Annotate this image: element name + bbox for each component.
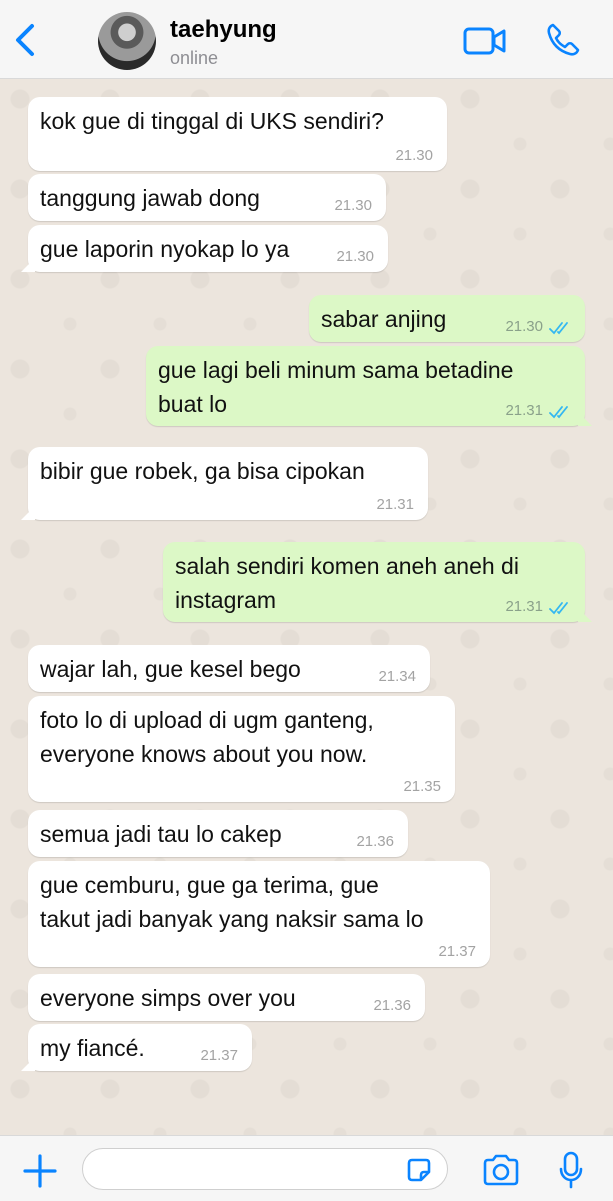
bubble-tail	[21, 506, 35, 520]
contact-avatar[interactable]	[98, 12, 156, 70]
message-outgoing[interactable]: sabar anjing 21.30	[309, 295, 585, 342]
message-time: 21.30	[395, 147, 433, 164]
video-camera-icon[interactable]	[463, 24, 507, 58]
message-incoming[interactable]: everyone simps over you 21.36	[28, 974, 425, 1021]
message-incoming[interactable]: wajar lah, gue kesel bego 21.34	[28, 645, 430, 692]
back-chevron-icon[interactable]	[10, 20, 40, 60]
message-text: wajar lah, gue kesel bego	[40, 656, 301, 682]
message-text: gue cemburu, gue ga terima, gue takut ja…	[40, 872, 424, 932]
message-text: kok gue di tinggal di UKS sendiri?	[40, 108, 384, 134]
contact-name[interactable]: taehyung	[170, 16, 277, 44]
message-incoming[interactable]: bibir gue robek, ga bisa cipokan 21.31	[21, 447, 428, 520]
message-time: 21.30	[334, 197, 372, 214]
message-text: semua jadi tau lo cakep	[40, 821, 282, 847]
bubble-tail	[21, 258, 35, 272]
message-text: everyone simps over you	[40, 985, 296, 1011]
read-ticks-icon	[549, 322, 568, 335]
message-time: 21.35	[403, 778, 441, 795]
message-outgoing[interactable]: salah sendiri komen aneh aneh di instagr…	[163, 542, 592, 622]
read-ticks-icon	[549, 602, 568, 615]
message-list[interactable]: kok gue di tinggal di UKS sendiri? 21.30…	[0, 79, 613, 1135]
phone-icon[interactable]	[545, 22, 581, 58]
message-time: 21.34	[378, 668, 416, 685]
message-input[interactable]	[82, 1148, 448, 1190]
message-time: 21.31	[505, 598, 543, 615]
message-incoming[interactable]: semua jadi tau lo cakep 21.36	[28, 810, 408, 857]
message-outgoing[interactable]: gue lagi beli minum sama betadine buat l…	[146, 346, 592, 426]
contact-status: online	[170, 48, 219, 68]
plus-icon[interactable]	[22, 1153, 58, 1189]
message-time: 21.30	[505, 318, 543, 335]
message-incoming[interactable]: foto lo di upload di ugm ganteng, everyo…	[28, 696, 455, 802]
message-time: 21.37	[438, 943, 476, 960]
microphone-icon[interactable]	[558, 1151, 584, 1189]
bubble-tail	[578, 412, 592, 426]
chat-header: taehyung online	[0, 0, 613, 79]
message-text: foto lo di upload di ugm ganteng, everyo…	[40, 707, 374, 767]
bubble-tail	[21, 1057, 35, 1071]
read-ticks-icon	[549, 406, 568, 419]
message-incoming[interactable]: my fiancé. 21.37	[21, 1024, 252, 1071]
composer-bar	[0, 1135, 613, 1201]
message-incoming[interactable]: kok gue di tinggal di UKS sendiri? 21.30	[28, 97, 447, 171]
message-incoming[interactable]: tanggung jawab dong 21.30	[28, 174, 386, 221]
message-time: 21.36	[373, 997, 411, 1014]
message-incoming[interactable]: gue cemburu, gue ga terima, gue takut ja…	[28, 861, 490, 967]
bubble-tail	[578, 608, 592, 622]
message-time: 21.30	[336, 248, 374, 265]
message-time: 21.36	[356, 833, 394, 850]
message-time: 21.31	[505, 402, 543, 419]
message-time: 21.37	[200, 1047, 238, 1064]
message-text: tanggung jawab dong	[40, 185, 260, 211]
message-text: gue laporin nyokap lo ya	[40, 236, 290, 262]
sticker-icon[interactable]	[405, 1156, 433, 1184]
message-text: bibir gue robek, ga bisa cipokan	[40, 458, 365, 484]
message-incoming[interactable]: gue laporin nyokap lo ya 21.30	[21, 225, 388, 272]
camera-icon[interactable]	[482, 1154, 520, 1186]
message-time: 21.31	[376, 496, 414, 513]
